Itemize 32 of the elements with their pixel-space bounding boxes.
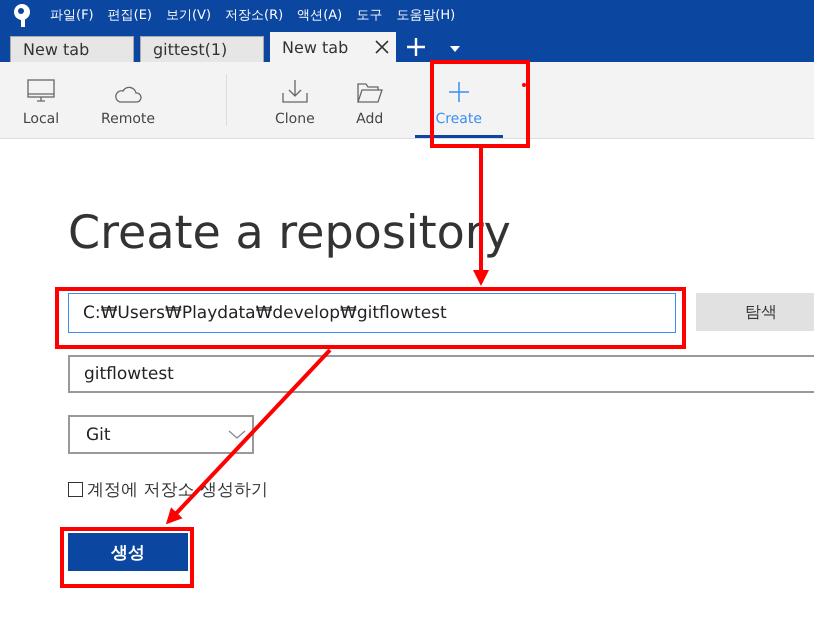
name-field[interactable]: gitflowtest (68, 355, 814, 393)
download-icon (282, 79, 308, 103)
annotation-dot (522, 83, 526, 87)
toolbar-button[interactable]: Clone (263, 62, 327, 138)
vcs-dropdown[interactable]: Git (68, 415, 254, 454)
checkbox-label: 계정에 저장소 생성하기 (87, 479, 268, 501)
menu-item[interactable]: 파일(F) (50, 6, 94, 24)
checkbox[interactable] (68, 482, 83, 497)
toolbar-button[interactable]: Add (340, 62, 399, 138)
tab[interactable]: New tab (270, 32, 396, 62)
cloud-icon (114, 85, 142, 103)
close-icon[interactable] (374, 39, 390, 55)
dropdown-caret-icon[interactable] (450, 46, 460, 52)
folder-icon (356, 83, 383, 103)
tab[interactable]: New tab (10, 36, 134, 62)
toolbar-button[interactable]: Remote (78, 62, 178, 138)
menu-item[interactable]: 저장소(R) (225, 6, 284, 24)
tab[interactable]: gittest(1) (140, 36, 264, 62)
path-field[interactable]: C:₩Users₩Playdata₩develop₩gitflowtest (68, 293, 676, 333)
browse-button[interactable]: 탐색 (696, 293, 814, 331)
menu-item[interactable]: 도구 (356, 6, 382, 24)
monitor-icon (27, 79, 55, 103)
menu-item[interactable]: 보기(V) (166, 6, 212, 24)
toolbar-button[interactable]: Local (4, 62, 78, 138)
menu-item[interactable]: 편집(E) (108, 6, 152, 24)
app-logo-icon (12, 3, 32, 27)
plus-icon (448, 81, 470, 103)
chevron-down-icon (228, 430, 246, 440)
menu-item[interactable]: 액션(A) (297, 6, 342, 24)
new-tab-icon[interactable] (406, 37, 426, 57)
menu-item[interactable]: 도움말(H) (396, 6, 456, 24)
create-button[interactable]: 생성 (68, 533, 188, 571)
